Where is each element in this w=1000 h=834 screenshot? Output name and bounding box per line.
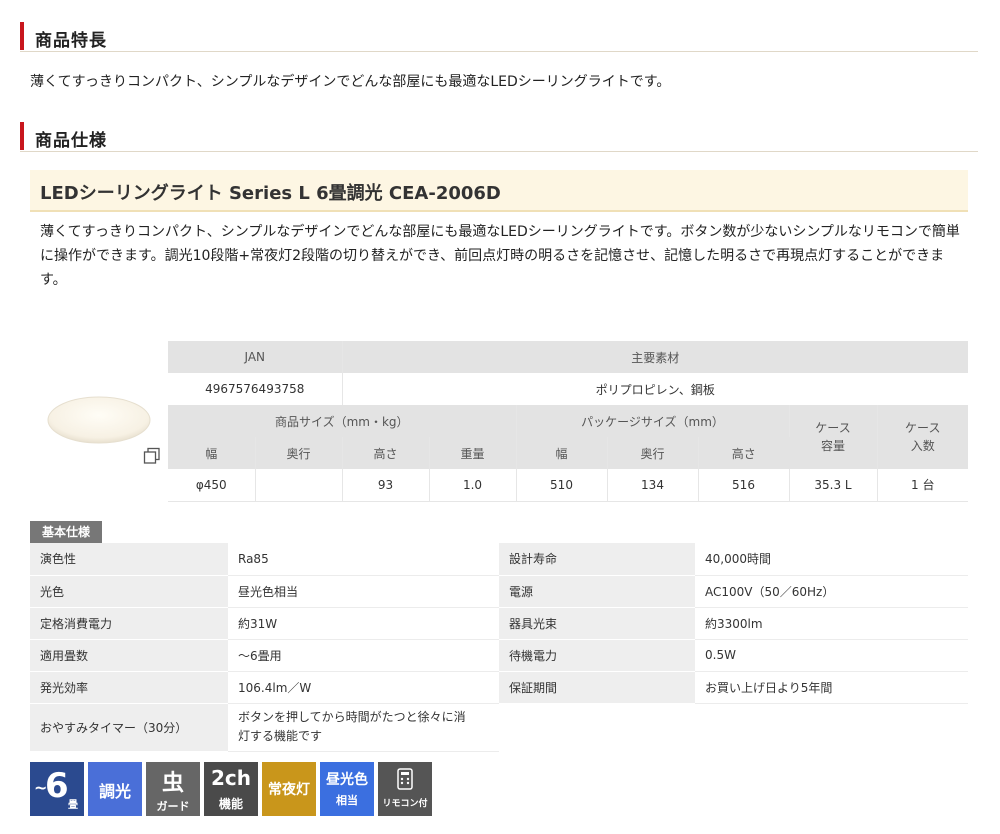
width-value: φ450: [168, 469, 256, 501]
specs-heading-text: 商品仕様: [35, 131, 107, 151]
height-header: 高さ: [342, 437, 430, 469]
basic-value: お買い上げ日より5年間: [695, 671, 968, 704]
depth-value: [255, 469, 343, 501]
daylight-badge: 昼光色 相当: [320, 762, 374, 816]
case-count-header: ケース 入数: [877, 405, 968, 469]
heading-accent-bar: [20, 122, 24, 150]
basic-row: 光色 昼光色相当 電源 AC100V（50／60Hz）: [30, 575, 968, 608]
basic-value: AC100V（50／60Hz）: [695, 575, 968, 608]
basic-value: Ra85: [228, 543, 499, 576]
pkg-width-value: 510: [516, 469, 608, 501]
product-title: LEDシーリングライト Series L 6畳調光 CEA-2006D: [40, 183, 501, 204]
pkg-height-value: 516: [698, 469, 790, 501]
timer-value: ボタンを押してから時間がたつと徐々に消 灯する機能です: [228, 703, 499, 752]
product-title-box: LEDシーリングライト Series L 6畳調光 CEA-2006D: [30, 170, 968, 212]
remote-badge: リモコン付: [378, 762, 432, 816]
basic-key: 電源: [499, 575, 695, 608]
bug-guard-badge: 虫 ガード: [146, 762, 200, 816]
basic-key: 器具光束: [499, 607, 695, 640]
spec-table: JAN 主要素材 4967576493758 ポリプロピレン、鋼板 商品サイズ（…: [168, 341, 968, 502]
pkg-depth-value: 134: [607, 469, 699, 501]
basic-key: 設計寿命: [499, 543, 695, 576]
basic-value: 106.4lm／W: [228, 671, 499, 704]
timer-key: おやすみタイマー（30分）: [30, 703, 228, 752]
basic-key: 演色性: [30, 543, 228, 576]
basic-value: ～6畳用: [228, 639, 499, 672]
case-volume-header: ケース 容量: [789, 405, 878, 469]
2ch-badge: 2ch 機能: [204, 762, 258, 816]
nightlight-badge: 常夜灯: [262, 762, 316, 816]
material-value: ポリプロピレン、鋼板: [342, 373, 968, 405]
depth-header: 奥行: [255, 437, 343, 469]
features-text: 薄くてすっきりコンパクト、シンプルなデザインでどんな部屋にも最適なLEDシーリン…: [30, 74, 671, 90]
basic-value: 40,000時間: [695, 543, 968, 576]
basic-spec-tag: 基本仕様: [30, 521, 102, 543]
basic-key: 適用畳数: [30, 639, 228, 672]
copy-icon[interactable]: [143, 447, 161, 465]
weight-header: 重量: [429, 437, 517, 469]
features-heading: 商品特長: [20, 18, 978, 52]
basic-value: 0.5W: [695, 639, 968, 672]
case-count-value: 1 台: [877, 469, 968, 501]
remote-icon: [397, 768, 413, 790]
package-size-header: パッケージサイズ（mm）: [516, 405, 790, 437]
product-description: 薄くてすっきりコンパクト、シンプルなデザインでどんな部屋にも最適なLEDシーリン…: [40, 224, 960, 288]
pkg-height-header: 高さ: [698, 437, 789, 469]
basic-value: 昼光色相当: [228, 575, 499, 608]
basic-row: 定格消費電力 約31W 器具光束 約3300lm: [30, 607, 968, 640]
pkg-width-header: 幅: [516, 437, 608, 469]
pkg-depth-header: 奥行: [607, 437, 699, 469]
tatami-badge: ~ 6 畳: [30, 762, 84, 816]
basic-value: 約31W: [228, 607, 499, 640]
features-heading-text: 商品特長: [35, 31, 107, 51]
specs-heading: 商品仕様: [20, 118, 978, 152]
width-header: 幅: [168, 437, 256, 469]
basic-key: 光色: [30, 575, 228, 608]
basic-key: 保証期間: [499, 671, 695, 704]
case-volume-value: 35.3 L: [789, 469, 878, 501]
product-image: [47, 396, 151, 444]
basic-row: おやすみタイマー（30分） ボタンを押してから時間がたつと徐々に消 灯する機能です: [30, 703, 968, 752]
basic-value: 約3300lm: [695, 607, 968, 640]
product-size-header: 商品サイズ（mm・kg）: [168, 405, 517, 437]
jan-header: JAN: [168, 341, 343, 373]
basic-key: 定格消費電力: [30, 607, 228, 640]
heading-accent-bar: [20, 22, 24, 50]
jan-value: 4967576493758: [168, 373, 343, 405]
dimming-badge: 調光: [88, 762, 142, 816]
weight-value: 1.0: [429, 469, 517, 501]
basic-row: 適用畳数 ～6畳用 待機電力 0.5W: [30, 639, 968, 672]
basic-key: 発光効率: [30, 671, 228, 704]
basic-spec-table: 演色性 Ra85 設計寿命 40,000時間 光色 昼光色相当 電源 AC100…: [30, 543, 968, 752]
basic-row: 発光効率 106.4lm／W 保証期間 お買い上げ日より5年間: [30, 671, 968, 704]
material-header: 主要素材: [342, 341, 968, 373]
basic-row: 演色性 Ra85 設計寿命 40,000時間: [30, 543, 968, 576]
basic-key: 待機電力: [499, 639, 695, 672]
height-value: 93: [342, 469, 430, 501]
